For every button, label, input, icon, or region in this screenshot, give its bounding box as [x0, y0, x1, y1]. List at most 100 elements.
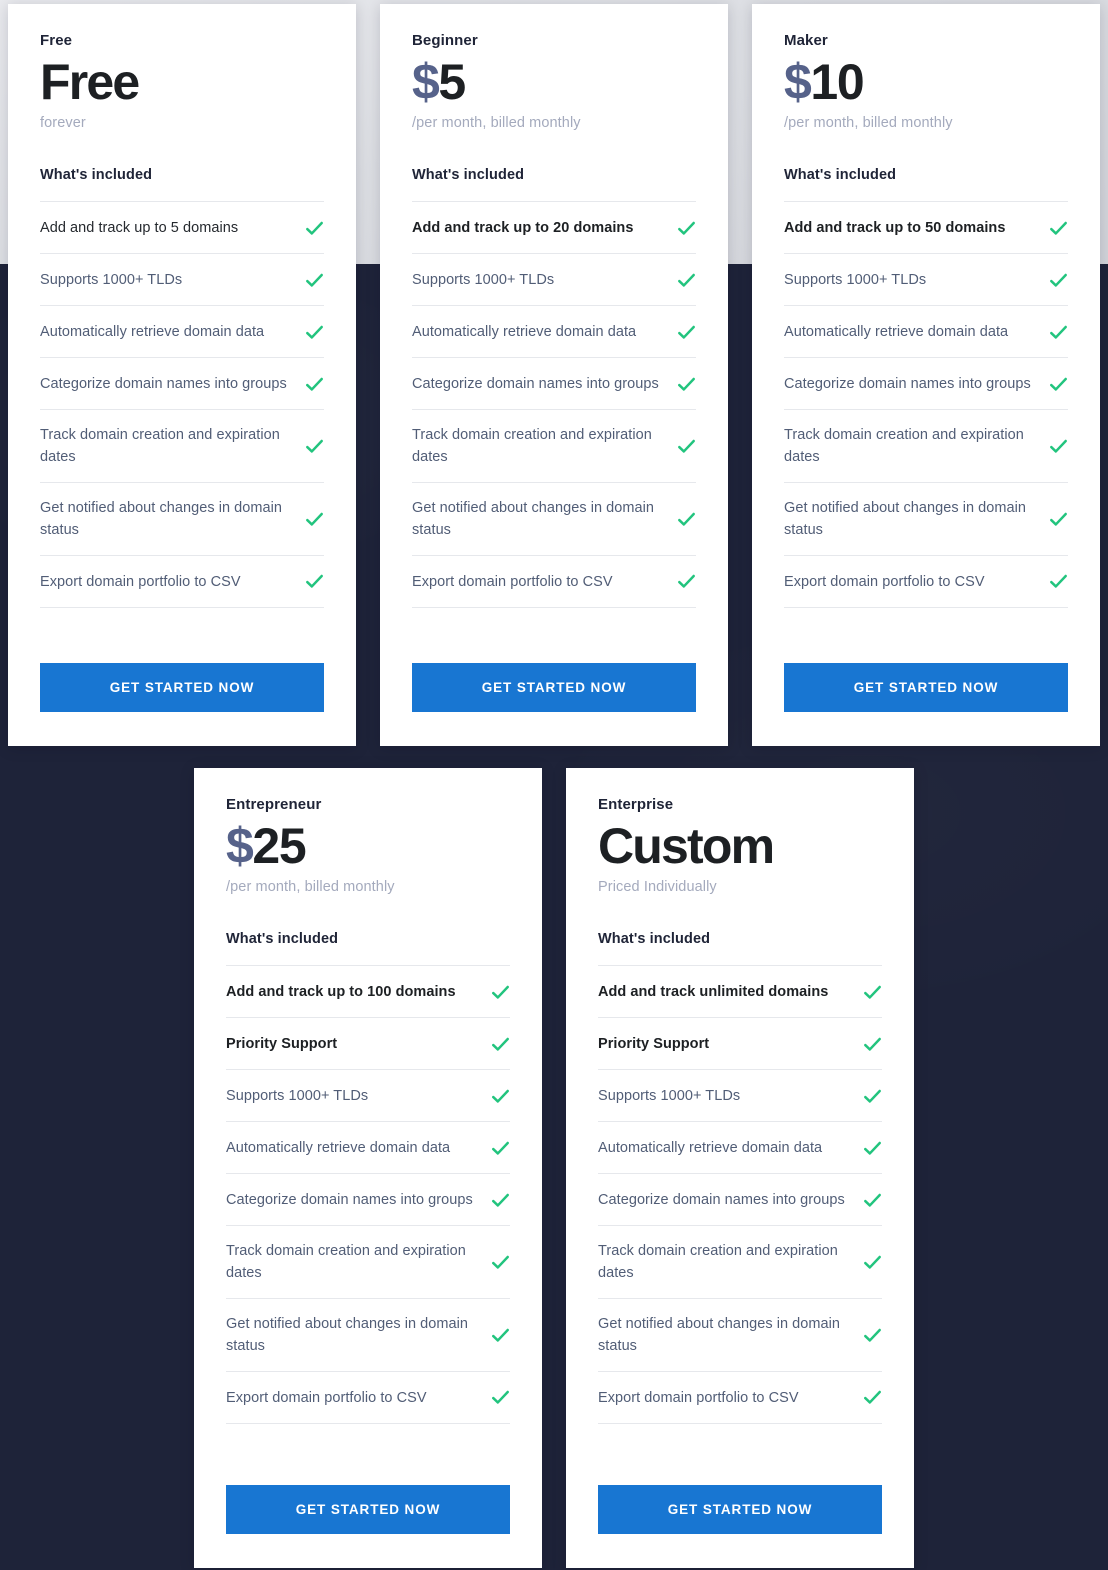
whats-included-label: What's included — [598, 931, 711, 947]
plan-price-note: /per month, billed monthly — [784, 115, 953, 131]
feature-label: Track domain creation and expiration dat… — [784, 427, 1024, 466]
check-icon — [306, 273, 323, 287]
plan-price-amount: 5 — [438, 54, 466, 110]
check-icon — [492, 1089, 509, 1103]
feature-label: Track domain creation and expiration dat… — [226, 1243, 466, 1282]
get-started-button[interactable]: GET STARTED NOW — [784, 663, 1068, 712]
plan-price: $5 — [412, 55, 696, 109]
feature-label: Get notified about changes in domain sta… — [40, 499, 283, 539]
feature-label: Get notified about changes in domain sta… — [412, 499, 655, 539]
check-icon — [678, 439, 695, 453]
check-icon — [492, 1391, 509, 1405]
pricing-card-beginner: Beginner $5/per month, billed monthly What… — [380, 4, 728, 746]
plan-price: Custom — [598, 819, 882, 873]
feature-row: Track domain creation and expiration dat… — [784, 410, 1068, 483]
feature-row: Automatically retrieve domain data — [784, 306, 1068, 358]
feature-label: Get notified about changes in domain sta… — [784, 499, 1027, 539]
feature-row: Track domain creation and expiration dat… — [598, 1226, 882, 1299]
check-icon — [306, 325, 323, 339]
plan-price-amount: Free — [40, 54, 140, 110]
check-icon — [864, 985, 881, 999]
plan-price-note: forever — [40, 115, 86, 131]
check-icon — [864, 1089, 881, 1103]
feature-list: Add and track up to 50 domains Supports 1… — [784, 201, 1068, 608]
feature-row: Get notified about changes in domain sta… — [598, 1299, 882, 1372]
check-icon — [306, 221, 323, 235]
plan-price-note: /per month, billed monthly — [412, 115, 581, 131]
feature-row: Add and track up to 100 domains — [226, 966, 510, 1018]
check-icon — [678, 575, 695, 589]
feature-row: Categorize domain names into groups — [784, 358, 1068, 410]
check-icon — [1050, 325, 1067, 339]
pricing-card-free: Free Free forever What's included Add and tr… — [8, 4, 356, 746]
feature-label: Add and track unlimited domains — [598, 983, 829, 1000]
feature-label: Automatically retrieve domain data — [412, 323, 637, 340]
feature-row: Categorize domain names into groups — [412, 358, 696, 410]
feature-label: Categorize domain names into groups — [40, 375, 287, 392]
plan-price-currency: $ — [226, 818, 254, 874]
feature-label: Categorize domain names into groups — [598, 1191, 845, 1208]
get-started-button[interactable]: GET STARTED NOW — [598, 1485, 882, 1534]
feature-label: Get notified about changes in domain sta… — [226, 1315, 469, 1355]
plan-price-note: /per month, billed monthly — [226, 879, 395, 895]
feature-list: Add and track unlimited domains Priority … — [598, 965, 882, 1424]
feature-row: Track domain creation and expiration dat… — [40, 410, 324, 483]
check-icon — [864, 1193, 881, 1207]
check-icon — [1050, 377, 1067, 391]
feature-label: Automatically retrieve domain data — [784, 323, 1009, 340]
plan-price-note: Priced Individually — [598, 879, 717, 895]
whats-included-label: What's included — [784, 167, 897, 183]
get-started-button[interactable]: GET STARTED NOW — [226, 1485, 510, 1534]
check-icon — [1050, 439, 1067, 453]
feature-row: Priority Support — [226, 1018, 510, 1070]
pricing-card-maker: Maker $10/per month, billed monthly What's… — [752, 4, 1100, 746]
plan-name: Entrepreneur — [226, 796, 322, 813]
feature-label: Supports 1000+ TLDs — [40, 271, 183, 288]
plan-price-currency: $ — [784, 54, 812, 110]
feature-label: Priority Support — [226, 1035, 338, 1052]
check-icon — [492, 985, 509, 999]
plan-name: Enterprise — [598, 796, 674, 813]
whats-included-label: What's included — [40, 167, 153, 183]
feature-row: Get notified about changes in domain sta… — [784, 483, 1068, 556]
feature-label: Export domain portfolio to CSV — [412, 573, 613, 590]
pricing-card-entrepreneur: Entrepreneur $25/per month, billed monthl… — [194, 768, 542, 1568]
check-icon — [492, 1193, 509, 1207]
feature-row: Automatically retrieve domain data — [412, 306, 696, 358]
check-icon — [306, 377, 323, 391]
feature-row: Get notified about changes in domain sta… — [226, 1299, 510, 1372]
check-icon — [864, 1391, 881, 1405]
pricing-card-grid: Free Free forever What's included Add and tr… — [0, 0, 1108, 1570]
feature-row: Categorize domain names into groups — [226, 1174, 510, 1226]
plan-price: Free — [40, 55, 324, 109]
get-started-button[interactable]: GET STARTED NOW — [40, 663, 324, 712]
feature-row: Export domain portfolio to CSV — [784, 556, 1068, 608]
plan-price-currency: $ — [412, 54, 440, 110]
feature-row: Add and track up to 5 domains — [40, 202, 324, 254]
feature-label: Automatically retrieve domain data — [40, 323, 265, 340]
feature-label: Export domain portfolio to CSV — [226, 1389, 427, 1406]
feature-label: Automatically retrieve domain data — [598, 1139, 823, 1156]
check-icon — [492, 1328, 509, 1342]
feature-row: Add and track unlimited domains — [598, 966, 882, 1018]
feature-label: Track domain creation and expiration dat… — [412, 427, 652, 466]
feature-label: Export domain portfolio to CSV — [598, 1389, 799, 1406]
get-started-button[interactable]: GET STARTED NOW — [412, 663, 696, 712]
check-icon — [492, 1141, 509, 1155]
feature-row: Categorize domain names into groups — [40, 358, 324, 410]
feature-row: Supports 1000+ TLDs — [412, 254, 696, 306]
whats-included-label: What's included — [412, 167, 525, 183]
feature-list: Add and track up to 100 domains Priority … — [226, 965, 510, 1424]
feature-row: Add and track up to 20 domains — [412, 202, 696, 254]
check-icon — [306, 575, 323, 589]
check-icon — [864, 1255, 881, 1269]
plan-name: Free — [40, 32, 73, 49]
check-icon — [678, 221, 695, 235]
feature-row: Export domain portfolio to CSV — [412, 556, 696, 608]
feature-row: Supports 1000+ TLDs — [784, 254, 1068, 306]
check-icon — [678, 273, 695, 287]
feature-row: Export domain portfolio to CSV — [226, 1372, 510, 1424]
feature-row: Get notified about changes in domain sta… — [412, 483, 696, 556]
feature-label: Categorize domain names into groups — [784, 375, 1031, 392]
feature-label: Supports 1000+ TLDs — [226, 1087, 369, 1104]
